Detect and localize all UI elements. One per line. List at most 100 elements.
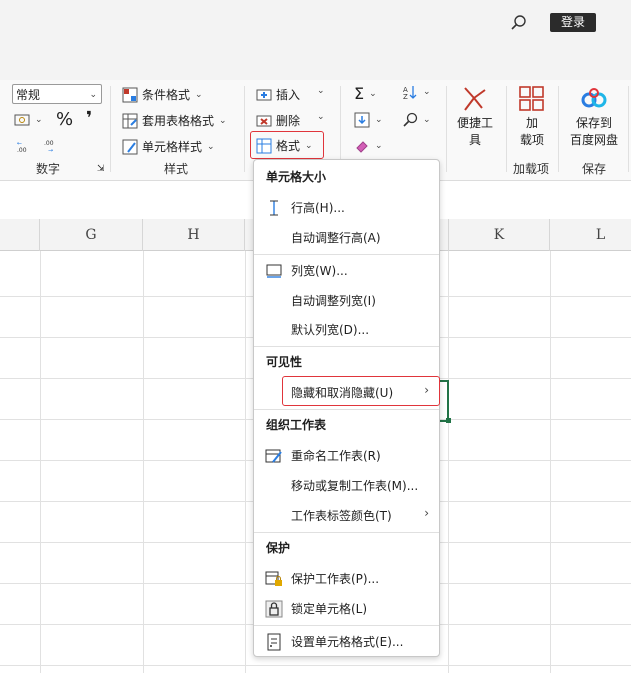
convenience-tools-label-1: 便捷工	[456, 116, 493, 130]
chevron-down-icon: ⌄	[195, 89, 203, 100]
conditional-format-button[interactable]: 条件格式 ⌄	[122, 86, 203, 103]
fill-down-icon	[354, 112, 370, 128]
chevron-down-icon: ⌄	[317, 112, 325, 122]
save-to-baidu-button[interactable]: 保存到 百度网盘	[566, 84, 622, 148]
cell-style-icon	[122, 139, 138, 154]
addins-label-2: 载项	[519, 133, 544, 147]
insert-dropdown[interactable]: ⌄	[316, 86, 325, 96]
menu-item-label: 列宽(W)...	[291, 264, 348, 278]
addins-group-label: 加载项	[513, 162, 550, 176]
divider	[506, 86, 507, 172]
sigma-icon: Σ	[354, 84, 365, 103]
addins-button[interactable]: 加 载项	[514, 84, 550, 148]
menu-divider	[254, 532, 439, 533]
styles-group-label: 样式	[164, 162, 189, 176]
format-dropdown-menu: 单元格大小 行高(H)... 自动调整行高(A) 列宽(W)... 自动调整列宽…	[253, 159, 440, 657]
chevron-down-icon: ⌄	[375, 115, 383, 125]
fill-button[interactable]: ⌄	[354, 112, 383, 128]
menu-item-autofit-row[interactable]: 自动调整行高(A)	[254, 223, 439, 251]
divider	[446, 86, 447, 172]
chevron-down-icon: ⌄	[423, 87, 431, 97]
autosum-button[interactable]: Σ ⌄	[354, 84, 377, 103]
delete-label: 删除	[276, 114, 301, 128]
eraser-icon	[356, 141, 368, 153]
insert-button[interactable]: 插入	[256, 86, 300, 103]
menu-item-label: 设置单元格格式(E)...	[291, 635, 404, 649]
column-line	[40, 251, 41, 673]
menu-item-rename-sheet[interactable]: 重命名工作表(R)	[254, 441, 439, 469]
save-label-1: 保存到	[575, 116, 612, 130]
menu-item-row-height[interactable]: 行高(H)...	[254, 193, 439, 221]
insert-cells-icon	[256, 89, 272, 100]
menu-item-label: 行高(H)...	[291, 201, 345, 215]
decrease-decimal-button[interactable]: .00 →	[42, 138, 58, 154]
menu-item-tab-color[interactable]: 工作表标签颜色(T) ›	[254, 501, 439, 529]
cell-style-button[interactable]: 单元格样式 ⌄	[122, 138, 215, 155]
sort-filter-button[interactable]: AZ ⌄	[402, 84, 431, 100]
menu-item-lock-cell[interactable]: 锁定单元格(L)	[254, 594, 439, 622]
menu-item-label: 自动调整列宽(I)	[291, 294, 376, 308]
chevron-right-icon: ›	[424, 506, 429, 520]
delete-cells-icon	[256, 115, 272, 126]
format-button-highlight	[250, 131, 324, 159]
number-format-select[interactable]: 常规 ⌄	[12, 84, 102, 104]
menu-item-label: 自动调整行高(A)	[291, 231, 381, 245]
addins-icon	[519, 86, 544, 111]
column-header-l[interactable]: L	[550, 219, 631, 251]
delete-button[interactable]: 删除	[256, 112, 300, 129]
column-header-partial[interactable]	[0, 219, 40, 251]
menu-item-format-cells[interactable]: 设置单元格格式(E)...	[254, 627, 439, 655]
menu-item-default-width[interactable]: 默认列宽(D)...	[254, 315, 439, 343]
menu-divider	[254, 254, 439, 255]
comma-style-button[interactable]: ❜	[86, 108, 92, 129]
number-format-value: 常规	[16, 88, 41, 102]
convenience-tools-button[interactable]: 便捷工 具	[456, 84, 494, 148]
divider	[558, 86, 559, 172]
svg-text:.00: .00	[44, 140, 54, 147]
divider	[244, 86, 245, 172]
menu-item-move-copy-sheet[interactable]: 移动或复制工作表(M)...	[254, 471, 439, 499]
divider	[628, 86, 629, 172]
convenience-tools-label-2: 具	[468, 133, 481, 147]
delete-dropdown[interactable]: ⌄	[316, 112, 325, 122]
column-header-g[interactable]: G	[40, 219, 143, 251]
search-icon[interactable]	[510, 14, 528, 32]
selected-cell-border	[440, 380, 449, 422]
column-header-h[interactable]: H	[143, 219, 245, 251]
percent-button[interactable]: %	[56, 109, 73, 130]
addins-label-1: 加	[525, 116, 538, 130]
menu-item-label: 保护工作表(P)...	[291, 572, 380, 586]
insert-label: 插入	[276, 88, 301, 102]
menu-item-autofit-column[interactable]: 自动调整列宽(I)	[254, 286, 439, 314]
menu-item-column-width[interactable]: 列宽(W)...	[254, 256, 439, 284]
menu-divider	[254, 625, 439, 626]
column-line	[245, 251, 246, 673]
chevron-down-icon: ⌄	[369, 88, 377, 99]
menu-item-protect-sheet[interactable]: 保护工作表(P)...	[254, 564, 439, 592]
menu-item-label: 工作表标签颜色(T)	[291, 509, 392, 523]
rename-sheet-icon	[265, 449, 282, 463]
conditional-format-icon	[122, 87, 138, 102]
row-height-icon	[270, 200, 278, 216]
column-line	[448, 251, 449, 673]
column-header-k[interactable]: K	[448, 219, 550, 251]
sort-az-icon: AZ	[403, 86, 417, 100]
chevron-down-icon: ⌄	[207, 141, 215, 152]
clear-button[interactable]: ⌄	[354, 138, 383, 154]
svg-text:→: →	[48, 147, 53, 154]
number-dialog-launcher-icon[interactable]: ⇲	[97, 164, 105, 174]
increase-decimal-button[interactable]: ← .00	[14, 138, 30, 154]
increase-decimal-icon: ←.00	[17, 140, 27, 154]
find-select-button[interactable]: ⌄	[402, 112, 431, 128]
hide-unhide-highlight	[282, 376, 440, 406]
divider	[110, 86, 111, 172]
accounting-format-button[interactable]: ⌄	[14, 112, 43, 128]
column-line	[143, 251, 144, 673]
fill-handle[interactable]	[446, 418, 451, 423]
menu-divider	[254, 409, 439, 410]
title-bar: 登录	[0, 0, 631, 80]
login-button[interactable]: 登录	[550, 13, 596, 32]
menu-divider	[254, 346, 439, 347]
table-format-button[interactable]: 套用表格格式 ⌄	[122, 112, 227, 129]
lock-icon	[265, 600, 283, 618]
